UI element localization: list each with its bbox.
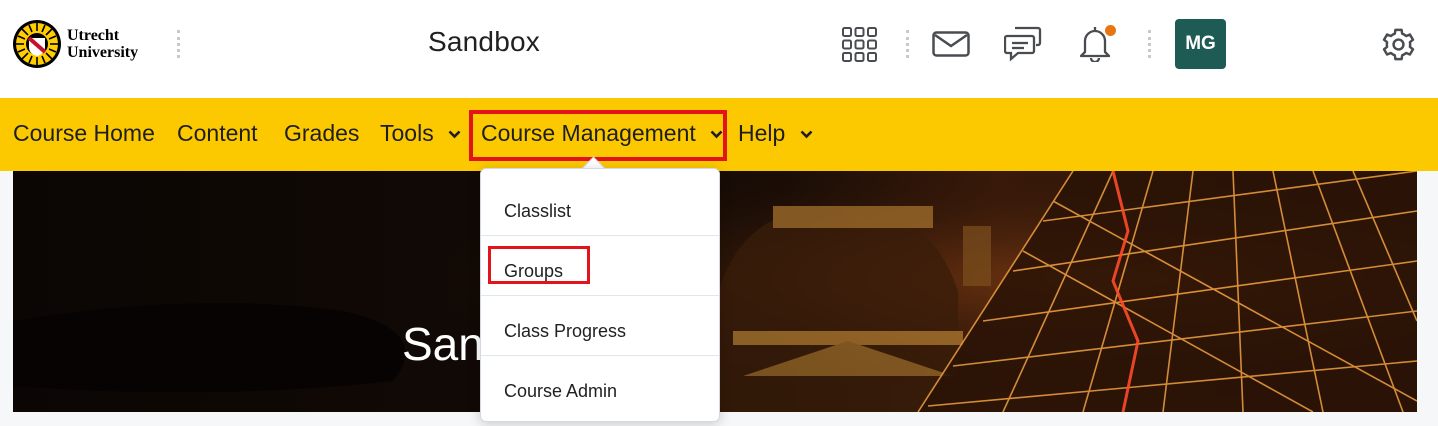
top-header: Utrecht University Sandbox MG [0,0,1438,98]
nav-help[interactable]: Help [738,118,813,148]
university-seal-icon [13,20,61,68]
nav-content[interactable]: Content [177,118,258,148]
course-navbar: Course Home Content Grades Tools Course … [0,98,1438,171]
logo-line-2: University [67,44,139,61]
divider [177,30,180,58]
nav-label: Content [177,120,258,146]
menu-item-label: Course Admin [504,381,618,401]
divider [906,30,909,58]
page: Utrecht University Sandbox MG Course Hom… [0,0,1438,426]
nav-label: Grades [284,120,360,146]
menu-item-label: Class Progress [504,321,627,341]
gear-icon[interactable] [1380,26,1417,63]
avatar[interactable]: MG [1175,19,1226,69]
nav-course-home[interactable]: Course Home [13,118,155,148]
logo-text: Utrecht University [67,27,138,61]
nav-label: Tools [380,120,434,146]
nav-label: Help [738,120,786,146]
divider [1148,30,1151,58]
nav-grades[interactable]: Grades [284,118,359,148]
menu-item-classlist[interactable]: Classlist [481,176,719,236]
apps-grid-icon[interactable] [842,27,877,62]
menu-item-course-admin[interactable]: Course Admin [481,355,719,416]
groups-highlight [488,246,590,284]
logo-line-1: Utrecht [67,27,120,44]
chevron-down-icon [800,131,813,139]
course-management-dropdown: Classlist Groups Class Progress Course A… [480,168,720,422]
chat-icon[interactable] [1004,25,1042,63]
notification-badge [1104,24,1117,37]
university-logo[interactable]: Utrecht University [12,19,162,69]
menu-item-class-progress[interactable]: Class Progress [481,295,719,356]
nav-label: Course Home [13,120,155,146]
banner-title: San [402,318,484,370]
chevron-down-icon [448,131,461,139]
nav-tools[interactable]: Tools [380,118,461,148]
menu-item-label: Classlist [504,201,572,221]
course-management-highlight [469,110,727,161]
course-title[interactable]: Sandbox [428,26,540,58]
mail-icon[interactable] [932,31,970,57]
